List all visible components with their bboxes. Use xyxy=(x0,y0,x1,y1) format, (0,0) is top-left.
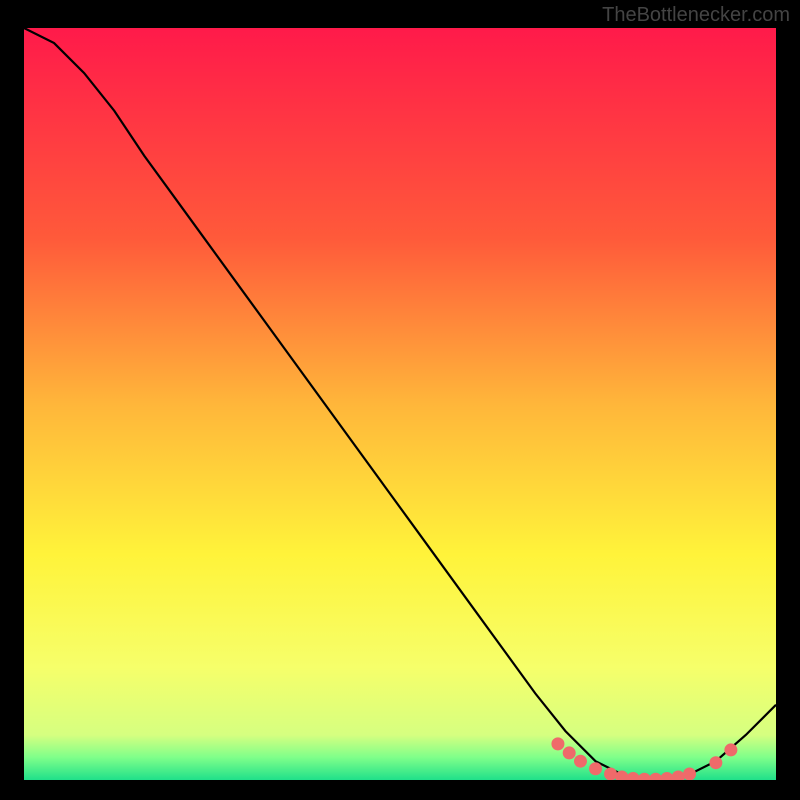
marker-dot xyxy=(724,743,737,756)
marker-dot xyxy=(709,756,722,769)
marker-dot xyxy=(604,767,617,780)
marker-dot xyxy=(574,755,587,768)
plot-area xyxy=(24,28,776,780)
chart-container: TheBottlenecker.com xyxy=(0,0,800,800)
marker-dot xyxy=(563,746,576,759)
attribution-text: TheBottlenecker.com xyxy=(602,4,790,27)
marker-dot xyxy=(683,767,696,780)
marker-dot xyxy=(589,762,602,775)
gradient-background xyxy=(24,28,776,780)
marker-dot xyxy=(551,737,564,750)
chart-svg xyxy=(24,28,776,780)
